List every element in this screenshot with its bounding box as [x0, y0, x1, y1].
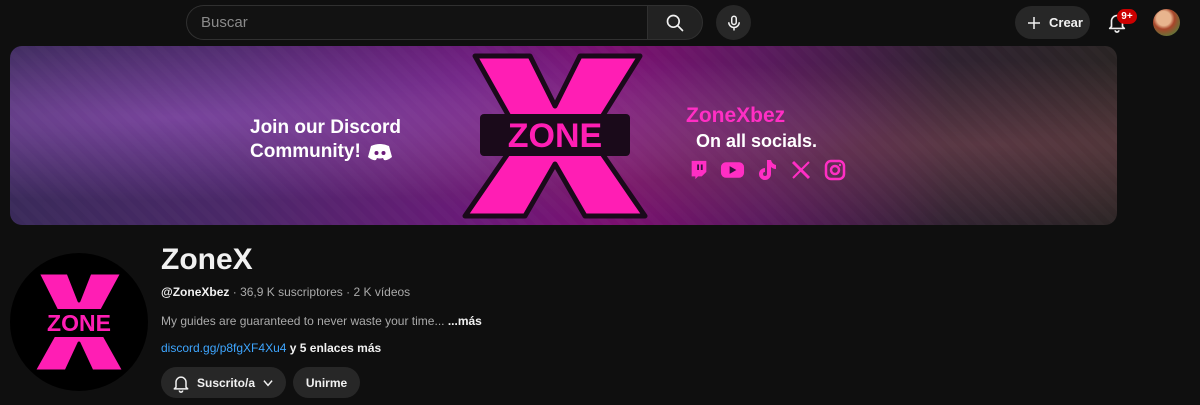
channel-avatar-logo: ZONE — [32, 271, 126, 373]
plus-icon — [1028, 16, 1040, 29]
bell-icon — [173, 375, 189, 393]
chevron-down-icon — [263, 379, 273, 386]
banner-tagline: On all socials. — [696, 131, 818, 151]
search-bar — [186, 5, 703, 40]
channel-title: ZoneX — [161, 243, 253, 276]
discord-icon — [367, 144, 392, 161]
youtube-icon — [720, 158, 745, 182]
banner-handle: ZoneXbez — [686, 104, 786, 127]
channel-description[interactable]: My guides are guaranteed to never waste … — [161, 314, 482, 328]
instagram-icon — [822, 158, 847, 182]
banner-discord-line2-row: Community! — [250, 140, 401, 164]
search-input[interactable] — [186, 5, 647, 40]
account-avatar[interactable] — [1153, 9, 1180, 36]
join-label: Unirme — [305, 375, 348, 390]
video-count: 2 K vídeos — [353, 285, 411, 299]
twitch-icon — [686, 158, 711, 182]
search-button[interactable] — [647, 5, 703, 40]
subscribed-label: Suscrito/a — [197, 375, 256, 390]
more-links[interactable]: y 5 enlaces más — [290, 341, 381, 355]
description-more-link[interactable]: ...más — [448, 314, 482, 328]
channel-meta: @ZoneXbez · 36,9 K suscriptores · 2 K ví… — [161, 285, 410, 299]
banner-discord-line2: Community! — [250, 141, 361, 162]
x-icon — [788, 158, 813, 182]
voice-search-button[interactable] — [716, 5, 751, 40]
discord-link[interactable]: discord.gg/p8fgXF4Xu4 — [161, 341, 286, 355]
channel-links: discord.gg/p8fgXF4Xu4 y 5 enlaces más — [161, 341, 381, 355]
meta-separator: · — [346, 285, 351, 299]
banner-social-icons — [686, 158, 847, 182]
create-button[interactable]: Crear — [1015, 6, 1090, 39]
join-button[interactable]: Unirme — [293, 367, 360, 398]
banner-zonex-logo: ZONE — [462, 53, 648, 219]
channel-handle: @ZoneXbez — [161, 285, 230, 299]
search-icon — [666, 14, 684, 31]
top-bar: Crear 9+ — [0, 0, 1200, 45]
subscriber-count: 36,9 K suscriptores — [240, 285, 343, 299]
banner-discord-line1: Join our Discord — [250, 117, 401, 138]
description-text: My guides are guaranteed to never waste … — [161, 314, 445, 328]
banner-discord-callout: Join our Discord Community! — [250, 116, 401, 164]
banner-logo-text: ZONE — [508, 117, 602, 155]
notifications-badge: 9+ — [1117, 9, 1137, 24]
meta-separator: · — [232, 285, 237, 299]
tiktok-icon — [754, 158, 779, 182]
avatar-logo-text: ZONE — [47, 310, 111, 336]
create-label: Crear — [1049, 15, 1083, 30]
channel-avatar[interactable]: ZONE — [10, 253, 148, 391]
channel-banner: Join our Discord Community! ZONE ZoneXbe… — [10, 46, 1117, 225]
banner-socials: ZoneXbez On all socials. — [686, 104, 847, 182]
subscribed-button[interactable]: Suscrito/a — [161, 367, 286, 398]
microphone-icon — [727, 15, 740, 30]
